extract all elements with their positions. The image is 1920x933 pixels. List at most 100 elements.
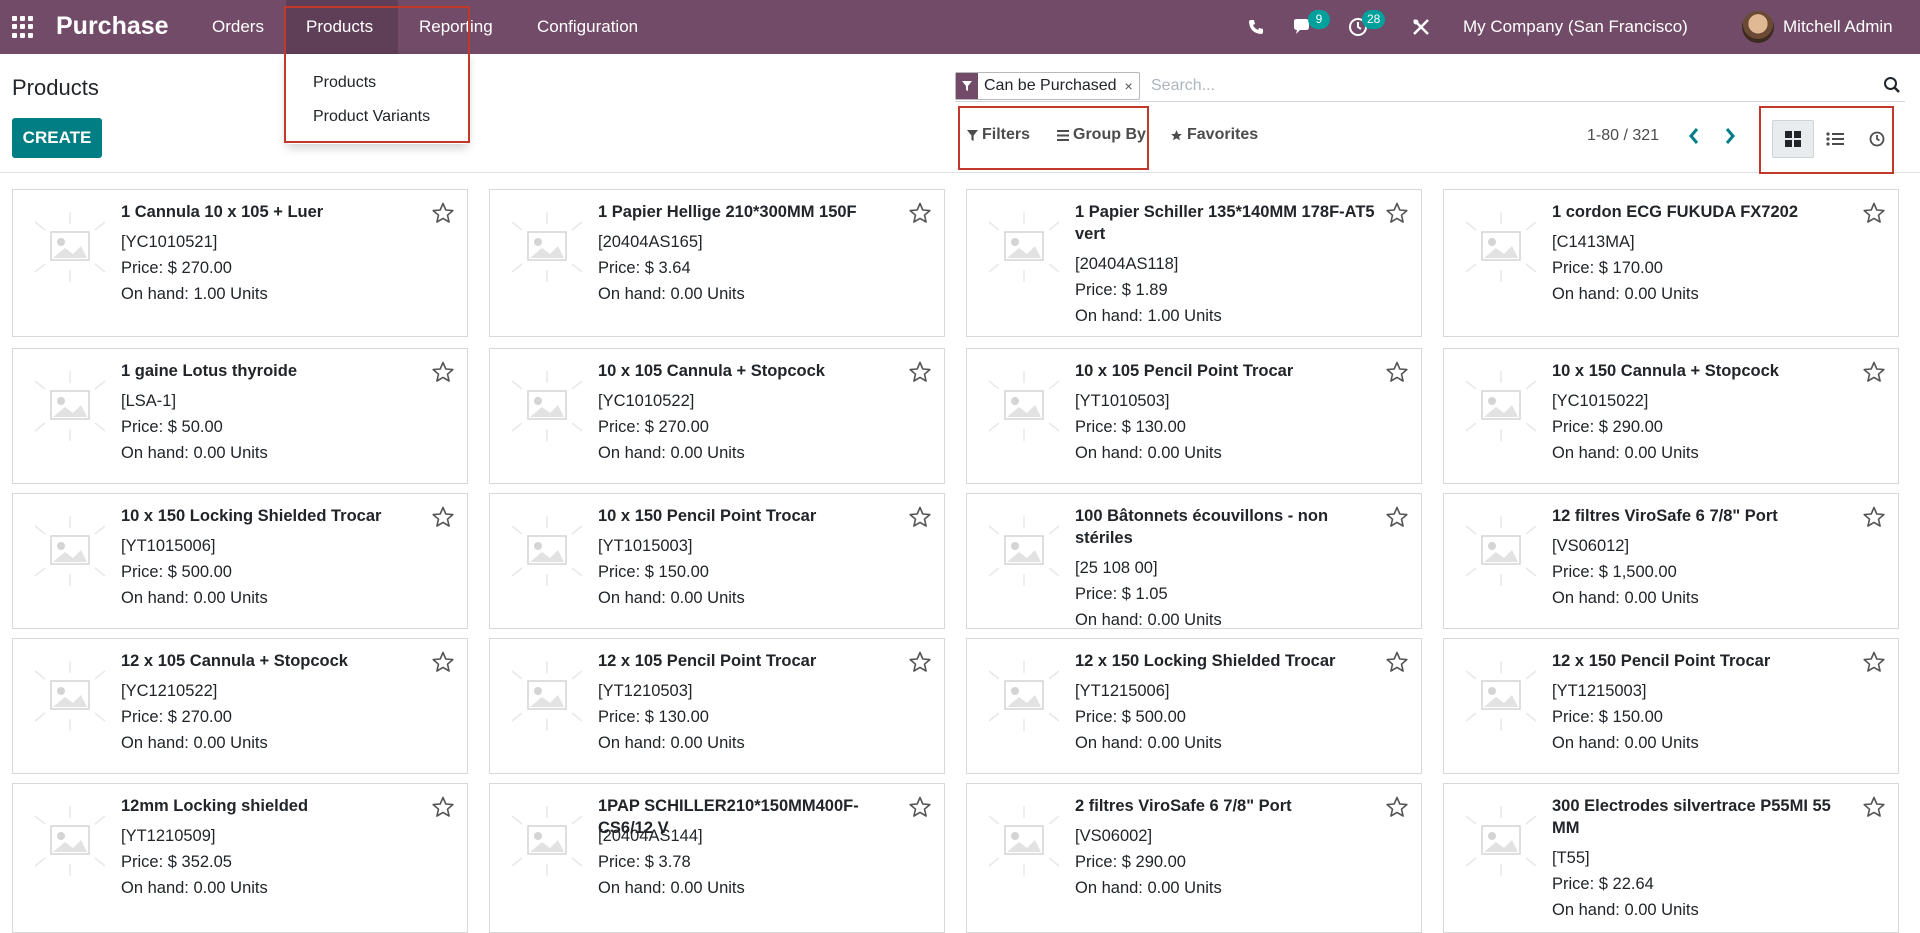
- favorite-star-icon[interactable]: [431, 201, 455, 225]
- dropdown-item-products[interactable]: Products: [286, 66, 468, 100]
- app-brand[interactable]: Purchase: [56, 12, 169, 41]
- favorite-star-icon[interactable]: [908, 650, 932, 674]
- product-on-hand: On hand: 1.00 Units: [121, 285, 268, 303]
- search-input[interactable]: [1151, 74, 1851, 98]
- product-price: Price: $ 170.00: [1552, 259, 1663, 277]
- filters-button[interactable]: Filters: [967, 126, 1030, 144]
- product-on-hand: On hand: 0.00 Units: [121, 734, 268, 752]
- favorite-star-icon[interactable]: [908, 201, 932, 225]
- product-card[interactable]: 1 Cannula 10 x 105 + Luer [YC1010521] Pric…: [12, 189, 468, 337]
- product-name: 12mm Locking shielded: [121, 797, 309, 815]
- favorite-star-icon[interactable]: [431, 360, 455, 384]
- product-reference: [YT1010503]: [1075, 392, 1170, 410]
- user-menu[interactable]: Mitchell Admin: [1783, 0, 1893, 54]
- product-reference: [VS06012]: [1552, 537, 1630, 555]
- pager-value[interactable]: 1-80 / 321: [1587, 127, 1659, 145]
- product-image-placeholder-icon: [979, 651, 1069, 741]
- user-avatar[interactable]: [1742, 11, 1774, 43]
- product-reference: [T55]: [1552, 849, 1590, 867]
- top-navbar: Purchase Orders Products Reporting Confi…: [0, 0, 1920, 54]
- product-card[interactable]: 300 Electrodes silvertrace P55MI 55 MM [T…: [1443, 783, 1899, 933]
- product-image-placeholder-icon: [979, 361, 1069, 451]
- product-card[interactable]: 12 filtres ViroSafe 6 7/8" Port [VS06012]…: [1443, 493, 1899, 629]
- favorite-star-icon[interactable]: [1385, 201, 1409, 225]
- favorite-star-icon[interactable]: [431, 650, 455, 674]
- product-on-hand: On hand: 0.00 Units: [1552, 589, 1699, 607]
- product-card[interactable]: 10 x 105 Cannula + Stopcock [YC1010522] Pr…: [489, 348, 945, 484]
- kanban-view-button[interactable]: [1772, 120, 1814, 158]
- activities-badge: 28: [1362, 10, 1386, 29]
- menu-configuration[interactable]: Configuration: [517, 0, 658, 54]
- list-view-button[interactable]: [1814, 120, 1856, 158]
- product-price: Price: $ 1.05: [1075, 585, 1168, 603]
- product-reference: [YT1015006]: [121, 537, 216, 555]
- dropdown-item-product-variants[interactable]: Product Variants: [286, 100, 468, 134]
- product-card[interactable]: 1 cordon ECG FUKUDA FX7202 [C1413MA] Price…: [1443, 189, 1899, 337]
- phone-icon[interactable]: [1244, 15, 1268, 39]
- menu-orders[interactable]: Orders: [192, 0, 284, 54]
- menu-reporting[interactable]: Reporting: [399, 0, 513, 54]
- product-on-hand: On hand: 1.00 Units: [1075, 307, 1222, 325]
- group-by-button[interactable]: Group By: [1057, 126, 1146, 144]
- product-card[interactable]: 10 x 150 Cannula + Stopcock [YC1015022] Pr…: [1443, 348, 1899, 484]
- product-price: Price: $ 290.00: [1075, 853, 1186, 871]
- pager-previous-icon[interactable]: [1682, 124, 1706, 148]
- favorites-button[interactable]: Favorites: [1170, 126, 1258, 144]
- favorite-star-icon[interactable]: [908, 795, 932, 819]
- product-reference: [YT1015003]: [598, 537, 693, 555]
- product-card[interactable]: 10 x 150 Pencil Point Trocar [YT1015003] P…: [489, 493, 945, 629]
- product-card[interactable]: 10 x 150 Locking Shielded Trocar [YT10150…: [12, 493, 468, 629]
- products-dropdown-menu: Products Product Variants: [286, 54, 468, 144]
- product-card[interactable]: 12mm Locking shielded [YT1210509] Price: $…: [12, 783, 468, 933]
- product-name: 1 Papier Schiller 135*140MM 178F-AT5 ver…: [1075, 203, 1375, 243]
- product-on-hand: On hand: 0.00 Units: [598, 879, 745, 897]
- favorite-star-icon[interactable]: [1385, 650, 1409, 674]
- favorites-label: Favorites: [1187, 126, 1259, 143]
- product-name: 10 x 105 Pencil Point Trocar: [1075, 362, 1294, 380]
- favorite-star-icon[interactable]: [1385, 795, 1409, 819]
- product-name: 1 gaine Lotus thyroide: [121, 362, 298, 380]
- favorite-star-icon[interactable]: [431, 505, 455, 529]
- apps-menu-icon[interactable]: [12, 16, 34, 38]
- favorite-star-icon[interactable]: [1862, 201, 1886, 225]
- favorite-star-icon[interactable]: [431, 795, 455, 819]
- product-card[interactable]: 10 x 105 Pencil Point Trocar [YT1010503] P…: [966, 348, 1422, 484]
- product-card[interactable]: 1 Papier Hellige 210*300MM 150F [20404AS1…: [489, 189, 945, 337]
- company-switcher[interactable]: My Company (San Francisco): [1463, 0, 1688, 54]
- favorite-star-icon[interactable]: [908, 360, 932, 384]
- search-icon[interactable]: [1883, 76, 1901, 94]
- product-card[interactable]: 12 x 150 Locking Shielded Trocar [YT12150…: [966, 638, 1422, 774]
- favorite-star-icon[interactable]: [908, 505, 932, 529]
- kanban-grid-icon: [1785, 131, 1801, 147]
- activity-view-button[interactable]: [1856, 120, 1898, 158]
- product-card[interactable]: 2 filtres ViroSafe 6 7/8" Port [VS06002] P…: [966, 783, 1422, 933]
- favorite-star-icon[interactable]: [1862, 650, 1886, 674]
- menu-products[interactable]: Products: [286, 0, 398, 54]
- product-card[interactable]: 12 x 150 Pencil Point Trocar [YT1215003] P…: [1443, 638, 1899, 774]
- product-image-placeholder-icon: [979, 796, 1069, 886]
- product-card[interactable]: 12 x 105 Pencil Point Trocar [YT1210503] P…: [489, 638, 945, 774]
- product-card[interactable]: 1 Papier Schiller 135*140MM 178F-AT5 ver…: [966, 189, 1422, 337]
- product-image-placeholder-icon: [25, 202, 115, 292]
- product-reference: [YT1210509]: [121, 827, 216, 845]
- product-on-hand: On hand: 0.00 Units: [598, 734, 745, 752]
- favorite-star-icon[interactable]: [1862, 360, 1886, 384]
- product-on-hand: On hand: 0.00 Units: [598, 589, 745, 607]
- product-card[interactable]: 100 Bâtonnets écouvillons - non stériles…: [966, 493, 1422, 629]
- product-image-placeholder-icon: [1456, 202, 1546, 292]
- favorite-star-icon[interactable]: [1862, 505, 1886, 529]
- product-card[interactable]: 12 x 105 Cannula + Stopcock [YC1210522] Pr…: [12, 638, 468, 774]
- control-panel-divider: [0, 172, 1920, 173]
- product-card[interactable]: 1PAP SCHILLER210*150MM400F-CS6/12 V [2040…: [489, 783, 945, 933]
- debug-tools-icon[interactable]: [1409, 15, 1433, 39]
- pager-next-icon[interactable]: [1718, 124, 1742, 148]
- facet-remove-icon[interactable]: ×: [1123, 73, 1139, 99]
- product-reference: [20404AS118]: [1075, 255, 1179, 273]
- product-card[interactable]: 1 gaine Lotus thyroide [LSA-1] Price: $ 50…: [12, 348, 468, 484]
- create-button[interactable]: CREATE: [12, 118, 102, 158]
- favorite-star-icon[interactable]: [1385, 505, 1409, 529]
- product-name: 10 x 150 Cannula + Stopcock: [1552, 362, 1779, 380]
- favorite-star-icon[interactable]: [1385, 360, 1409, 384]
- favorite-star-icon[interactable]: [1862, 795, 1886, 819]
- product-price: Price: $ 270.00: [121, 708, 232, 726]
